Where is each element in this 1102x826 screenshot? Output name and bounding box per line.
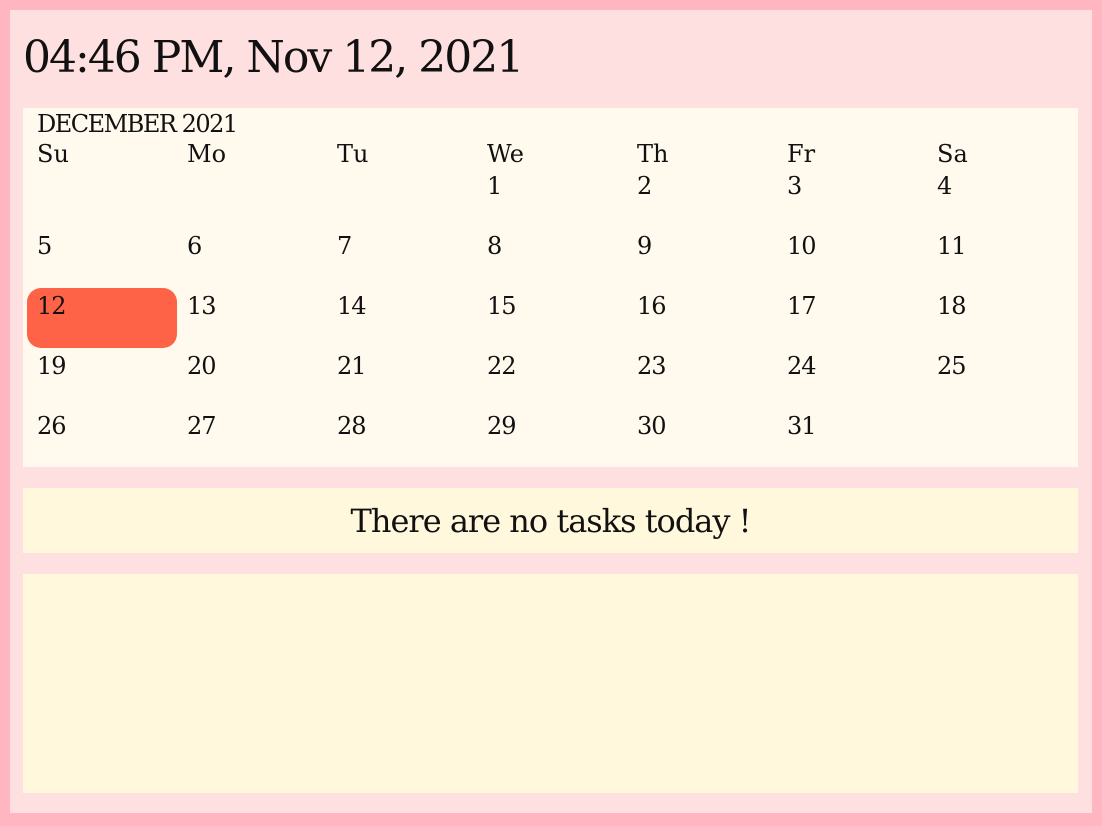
calendar-day[interactable]: 5 — [37, 232, 52, 260]
calendar-day[interactable]: 14 — [337, 292, 367, 320]
calendar-day[interactable]: 20 — [187, 352, 217, 380]
calendar-day[interactable]: 30 — [637, 412, 667, 440]
calendar-day[interactable]: 6 — [187, 232, 202, 260]
calendar-day[interactable]: 7 — [337, 232, 352, 260]
calendar-month-title: DECEMBER 2021 — [37, 110, 238, 138]
weekday-wednesday: We — [487, 140, 524, 168]
calendar-day[interactable]: 28 — [337, 412, 367, 440]
calendar-day[interactable]: 27 — [187, 412, 217, 440]
calendar-day[interactable]: 15 — [487, 292, 517, 320]
calendar-day[interactable]: 22 — [487, 352, 517, 380]
calendar-day[interactable]: 1 — [487, 172, 502, 200]
app-frame: 04:46 PM, Nov 12, 2021 DECEMBER 2021 Su … — [10, 10, 1092, 813]
weekday-tuesday: Tu — [337, 140, 369, 168]
weekday-friday: Fr — [787, 140, 816, 168]
tasks-list-area — [23, 574, 1078, 793]
calendar-day[interactable]: 3 — [787, 172, 802, 200]
calendar-day[interactable]: 8 — [487, 232, 502, 260]
calendar-day[interactable]: 2 — [637, 172, 652, 200]
weekday-monday: Mo — [187, 140, 227, 168]
calendar-day[interactable]: 29 — [487, 412, 517, 440]
weekday-thursday: Th — [637, 140, 669, 168]
no-tasks-message: There are no tasks today ! — [350, 501, 752, 540]
calendar-day[interactable]: 9 — [637, 232, 652, 260]
calendar-day[interactable]: 19 — [37, 352, 67, 380]
calendar-day[interactable]: 11 — [937, 232, 967, 260]
calendar-day[interactable]: 10 — [787, 232, 817, 260]
calendar-day[interactable]: 21 — [337, 352, 367, 380]
calendar-day[interactable]: 31 — [787, 412, 817, 440]
calendar-day[interactable]: 13 — [187, 292, 217, 320]
tasks-banner: There are no tasks today ! — [23, 488, 1078, 553]
calendar-day-selected[interactable]: 12 — [37, 292, 67, 320]
calendar-day[interactable]: 4 — [937, 172, 952, 200]
clock-datetime: 04:46 PM, Nov 12, 2021 — [23, 32, 524, 83]
calendar-day[interactable]: 26 — [37, 412, 67, 440]
calendar-day[interactable]: 17 — [787, 292, 817, 320]
weekday-saturday: Sa — [937, 140, 968, 168]
calendar-day[interactable]: 16 — [637, 292, 667, 320]
calendar-day[interactable]: 18 — [937, 292, 967, 320]
calendar-day[interactable]: 23 — [637, 352, 667, 380]
calendar-day[interactable]: 25 — [937, 352, 967, 380]
calendar: DECEMBER 2021 Su Mo Tu We Th Fr Sa 1 2 3… — [23, 108, 1078, 467]
weekday-sunday: Su — [37, 140, 69, 168]
calendar-day[interactable]: 24 — [787, 352, 817, 380]
